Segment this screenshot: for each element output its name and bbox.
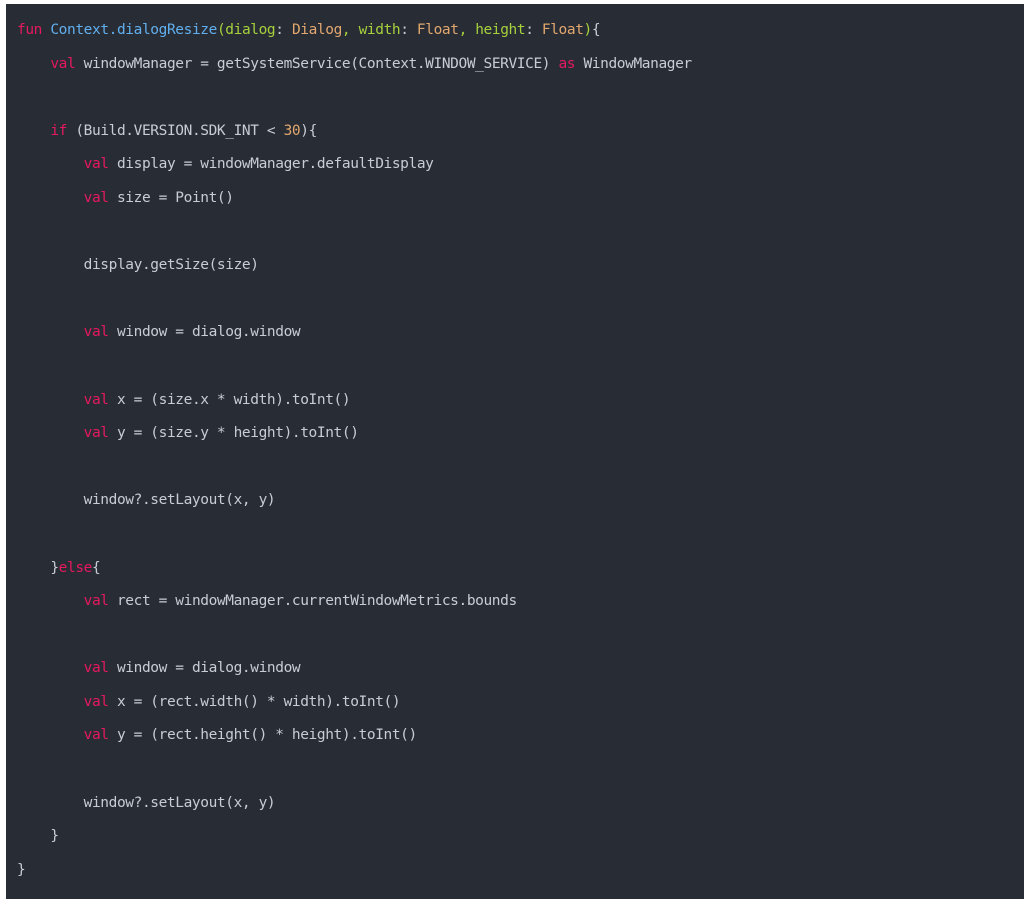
code-token-type: Float bbox=[416, 22, 459, 38]
code-token-plain: display.getSize(size) bbox=[17, 257, 259, 274]
code-line: display.getSize(size) bbox=[17, 252, 1024, 286]
code-token-kw: as bbox=[558, 55, 576, 72]
code-line: val display = windowManager.defaultDispl… bbox=[17, 151, 1024, 185]
code-token-kw: val bbox=[83, 425, 109, 442]
code-line: } bbox=[17, 857, 1024, 891]
code-token-type: Dialog bbox=[291, 22, 342, 38]
code-token-kw: else bbox=[58, 559, 93, 576]
code-line: val x = (size.x * width).toInt() bbox=[17, 387, 1024, 421]
code-token-fn: Context.dialogResize bbox=[50, 22, 217, 38]
code-token-param: ) bbox=[583, 22, 593, 38]
code-line: ​ bbox=[17, 84, 1024, 118]
code-token-plain: window?.setLayout(x, y) bbox=[17, 492, 276, 509]
code-token-param: , height bbox=[458, 22, 526, 38]
code-token-plain: rect = windowManager.currentWindowMetric… bbox=[108, 593, 517, 610]
code-line: val size = Point() bbox=[17, 185, 1024, 219]
code-token-kw: val bbox=[83, 391, 109, 408]
code-line: val window = dialog.window bbox=[17, 655, 1024, 689]
code-token-plain: (Build.VERSION.SDK_INT < bbox=[67, 122, 284, 139]
code-token-num: 30 bbox=[283, 122, 301, 139]
code-token-plain: : bbox=[275, 22, 292, 38]
code-token-param: , width bbox=[341, 22, 401, 38]
code-token-kw: if bbox=[50, 122, 67, 139]
code-token-plain: : bbox=[400, 22, 417, 38]
code-line: window?.setLayout(x, y) bbox=[17, 790, 1024, 824]
code-token-type: Float bbox=[541, 22, 584, 38]
code-token-param: (dialog bbox=[216, 22, 276, 38]
code-token-plain: x = (rect.width() * width).toInt() bbox=[108, 693, 401, 710]
code-block: fun Context.dialogResize(dialog: Dialog,… bbox=[6, 4, 1024, 899]
code-token-plain: WindowManager bbox=[575, 55, 692, 72]
code-token-plain: windowManager = getSystemService(Context… bbox=[75, 55, 559, 72]
code-token-plain: window = dialog.window bbox=[108, 660, 301, 677]
code-token-kw: val bbox=[83, 156, 109, 173]
code-token-plain: size = Point() bbox=[108, 189, 234, 206]
code-line: val rect = windowManager.currentWindowMe… bbox=[17, 588, 1024, 622]
code-line: } bbox=[17, 823, 1024, 857]
code-line: val window = dialog.window bbox=[17, 319, 1024, 353]
code-token-kw: val bbox=[83, 727, 109, 744]
code-token-plain: } bbox=[17, 828, 59, 845]
code-line: }else{ bbox=[17, 555, 1024, 589]
code-line: fun Context.dialogResize(dialog: Dialog,… bbox=[17, 17, 1024, 51]
code-token-plain: { bbox=[91, 559, 101, 576]
code-line: ​ bbox=[17, 756, 1024, 790]
code-token-plain: y = (rect.height() * height).toInt() bbox=[108, 727, 417, 744]
code-token-plain: window = dialog.window bbox=[108, 324, 301, 341]
code-line: ​ bbox=[17, 521, 1024, 555]
code-token-plain: } bbox=[17, 559, 59, 576]
code-token-plain: window?.setLayout(x, y) bbox=[17, 794, 276, 811]
code-line: ​ bbox=[17, 622, 1024, 656]
code-token-kw: val bbox=[83, 189, 109, 206]
code-token-plain: y = (size.y * height).toInt() bbox=[108, 425, 359, 442]
code-token-plain: { bbox=[591, 22, 601, 38]
code-line: ​ bbox=[17, 353, 1024, 387]
code-token-plain: ){ bbox=[300, 122, 317, 139]
code-line: val x = (rect.width() * width).toInt() bbox=[17, 689, 1024, 723]
code-token-kw: fun bbox=[17, 22, 42, 38]
code-line: val windowManager = getSystemService(Con… bbox=[17, 51, 1024, 85]
code-token-plain: : bbox=[525, 22, 542, 38]
code-line: window?.setLayout(x, y) bbox=[17, 487, 1024, 521]
code-token-kw: val bbox=[83, 660, 109, 677]
code-line: val y = (size.y * height).toInt() bbox=[17, 420, 1024, 454]
code-line: ​ bbox=[17, 286, 1024, 320]
code-token-kw: val bbox=[50, 55, 76, 72]
code-lines: fun Context.dialogResize(dialog: Dialog,… bbox=[17, 17, 1024, 890]
code-token-kw: val bbox=[83, 693, 109, 710]
code-line: val y = (rect.height() * height).toInt() bbox=[17, 722, 1024, 756]
code-token-plain: } bbox=[17, 861, 26, 878]
code-token-kw: val bbox=[83, 324, 109, 341]
code-token-plain: x = (size.x * width).toInt() bbox=[108, 391, 351, 408]
code-token-plain: display = windowManager.defaultDisplay bbox=[108, 156, 434, 173]
code-token-kw: val bbox=[83, 593, 109, 610]
code-line: if (Build.VERSION.SDK_INT < 30){ bbox=[17, 118, 1024, 152]
code-line: ​ bbox=[17, 219, 1024, 253]
code-line: ​ bbox=[17, 454, 1024, 488]
